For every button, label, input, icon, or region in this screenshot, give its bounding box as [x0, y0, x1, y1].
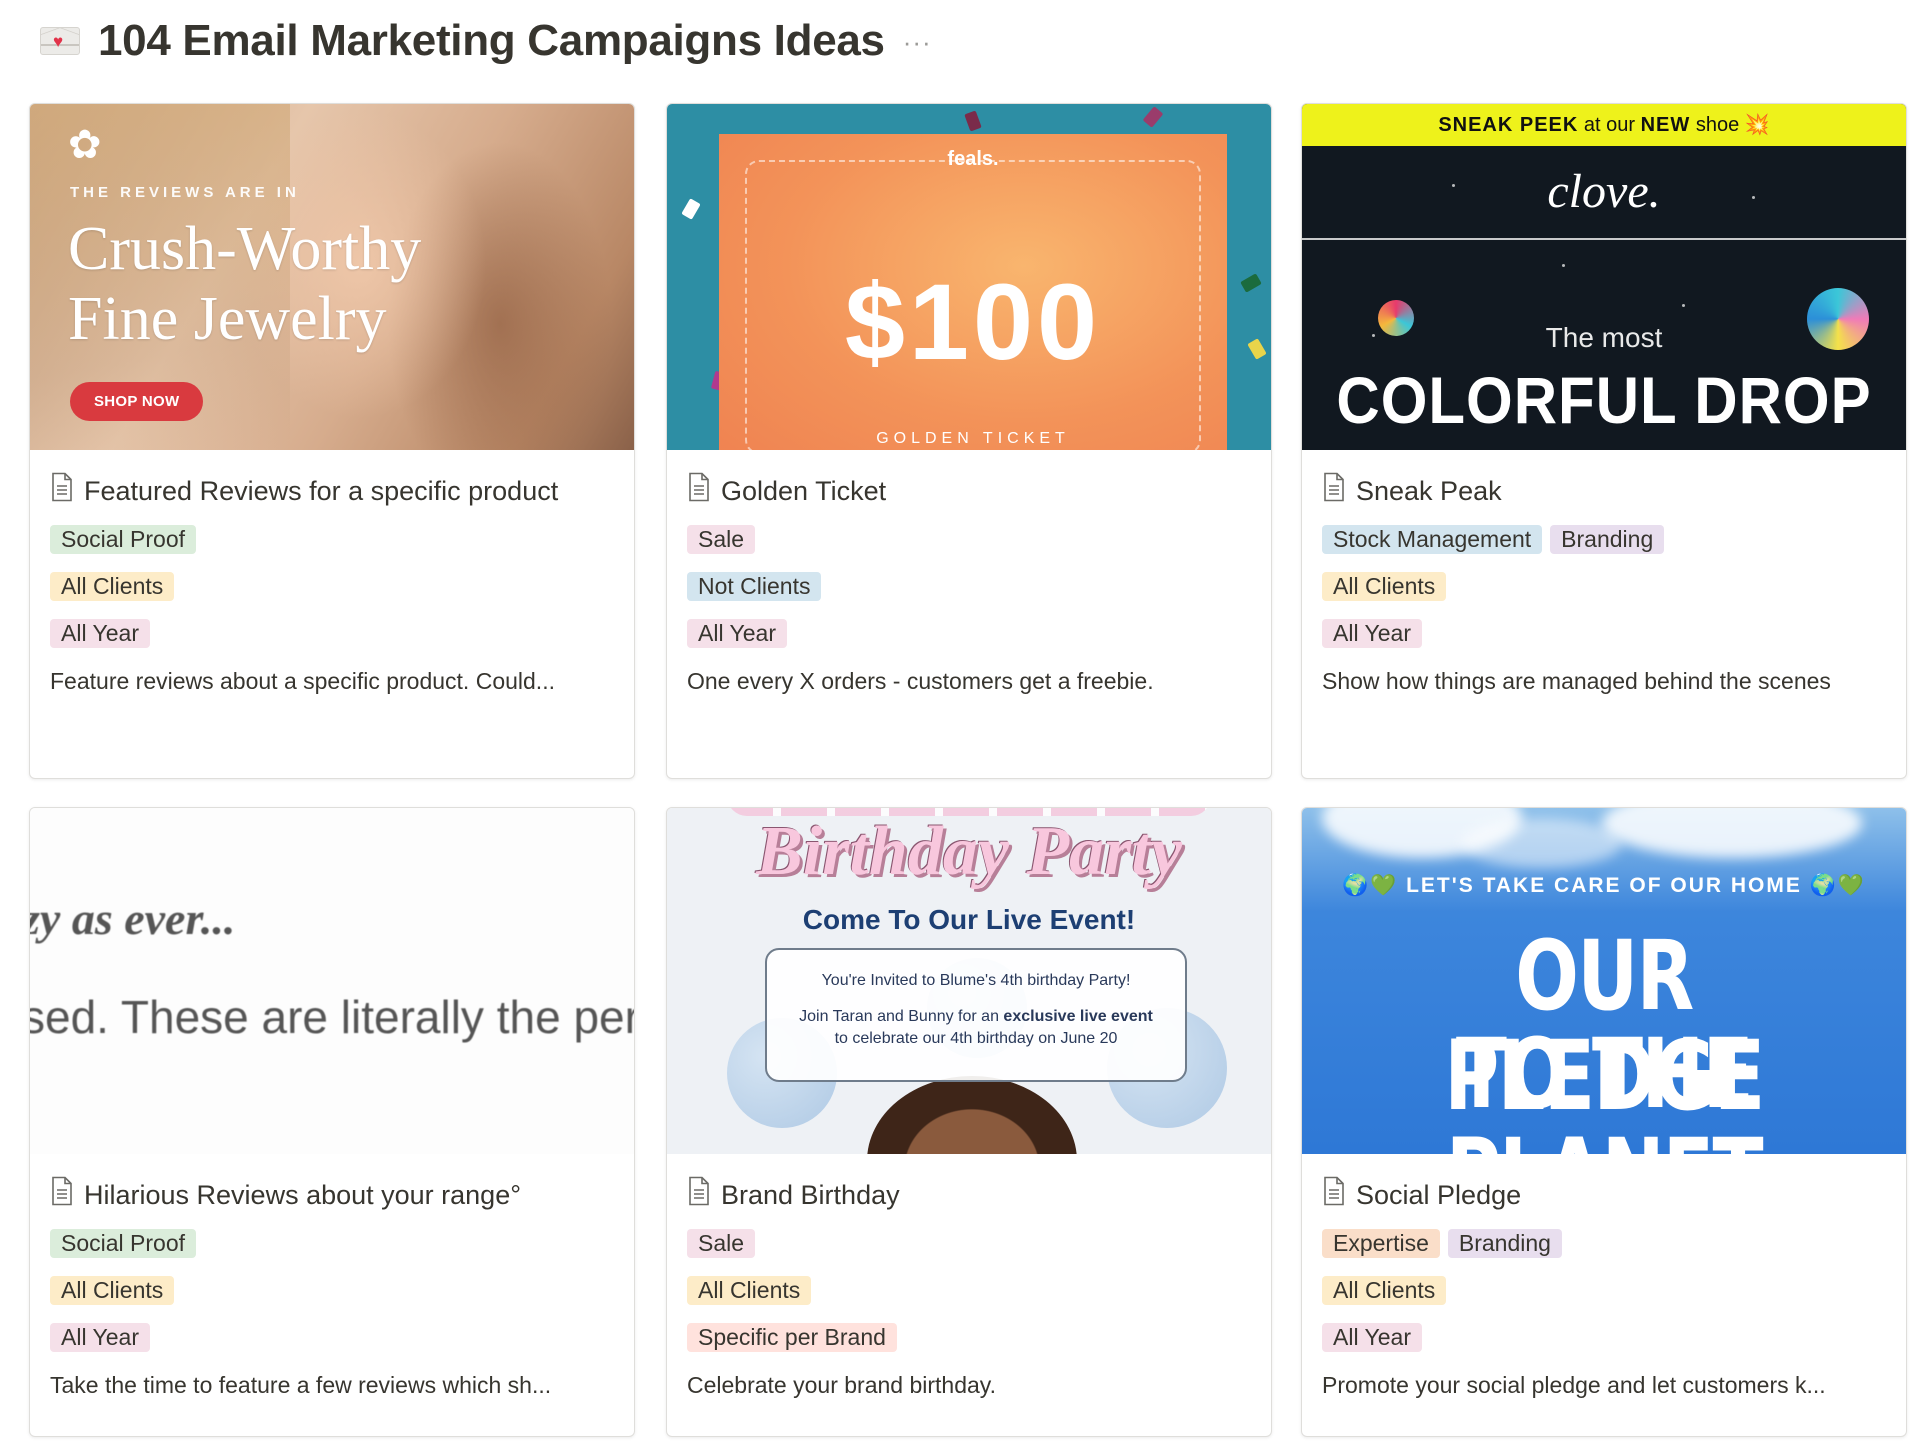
tag-audience: All Clients — [1322, 572, 1447, 601]
card-description: Feature reviews about a specific product… — [50, 668, 555, 694]
card-title: Brand Birthday — [721, 1180, 900, 1210]
cover-headline: Birthday Party — [756, 813, 1182, 890]
cover-kicker: THE REVIEWS ARE IN — [70, 184, 300, 201]
person-photo — [867, 1076, 1077, 1154]
page-title: 104 Email Marketing Campaigns Ideas — [98, 16, 885, 65]
cover-invite: You're Invited to Blume's 4th birthday P… — [765, 948, 1187, 1082]
tag-timing: All Year — [687, 619, 788, 648]
tag-category: Branding — [1550, 525, 1665, 554]
card-description: Promote your social pledge and let custo… — [1322, 1372, 1826, 1398]
gallery-card[interactable]: feals. $100 GOLDEN TICKET Golden Ticket … — [666, 103, 1272, 779]
card-description: Take the time to feature a few reviews w… — [50, 1372, 552, 1398]
page-icon — [1324, 472, 1344, 502]
tag-category: Social Proof — [50, 1229, 197, 1258]
tag-audience: All Clients — [687, 1276, 812, 1305]
page-header: ♥ 104 Email Marketing Campaigns Ideas ··… — [40, 14, 932, 68]
ticket-amount: $100 — [844, 261, 1102, 382]
card-title: Social Pledge — [1356, 1180, 1522, 1210]
card-cover-image: ✿ THE REVIEWS ARE IN Crush-Worthy Fine J… — [30, 104, 634, 450]
cover-headline: Crush-Worthy Fine Jewelry — [68, 215, 422, 353]
gallery-card[interactable]: 🌍💚 LET'S TAKE CARE OF OUR HOME 🌍💚 OUR PL… — [1301, 807, 1907, 1437]
gallery-card[interactable]: SNEAK PEEK at our NEW shoe 💥 clove. The … — [1301, 103, 1907, 779]
cover-kicker: 🌍💚 LET'S TAKE CARE OF OUR HOME 🌍💚 — [1341, 874, 1867, 897]
tag-timing: All Year — [1322, 1323, 1423, 1352]
ticket-caption: GOLDEN TICKET — [876, 430, 1070, 447]
gallery-card[interactable]: ✿ THE REVIEWS ARE IN Crush-Worthy Fine J… — [29, 103, 635, 779]
cover-shop-button: SHOP NOW — [70, 382, 204, 421]
tag-audience: All Clients — [50, 1276, 175, 1305]
card-description: Show how things are managed behind the s… — [1322, 668, 1831, 694]
card-cover-image: SNEAK PEEK at our NEW shoe 💥 clove. The … — [1302, 104, 1906, 450]
card-cover-image: 🌍💚 LET'S TAKE CARE OF OUR HOME 🌍💚 OUR PL… — [1302, 808, 1906, 1154]
cover-logo: clove. — [1547, 165, 1661, 218]
tag-timing: All Year — [1322, 619, 1423, 648]
page-icon — [689, 472, 709, 502]
tag-audience: Not Clients — [687, 572, 822, 601]
flower-logo-icon: ✿ — [68, 123, 102, 167]
cover-line-1: The most — [1545, 322, 1663, 353]
card-cover-image: Birthday Party Come To Our Live Event! Y… — [667, 808, 1271, 1154]
tag-timing: All Year — [50, 619, 151, 648]
cover-line-2: TO THE PLANET — [1446, 1018, 1764, 1154]
card-cover-image: feals. $100 GOLDEN TICKET — [667, 104, 1271, 450]
tag-category: Branding — [1447, 1229, 1562, 1258]
card-description: Celebrate your brand birthday. — [687, 1372, 996, 1398]
tag-timing: All Year — [50, 1323, 151, 1352]
tag-category: Expertise — [1322, 1229, 1440, 1258]
cover-line-1: zy as ever... — [30, 893, 236, 944]
tag-category: Sale — [687, 1229, 756, 1258]
cover-banner: SNEAK PEEK at our NEW shoe 💥 — [1302, 104, 1906, 146]
card-title: Hilarious Reviews about your range° — [84, 1180, 522, 1210]
card-cover-image: zy as ever... sed. These are literally t… — [30, 808, 634, 1154]
page: ♥ 104 Email Marketing Campaigns Ideas ··… — [0, 0, 1924, 1456]
cover-subhead: Come To Our Live Event! — [802, 904, 1136, 935]
more-options-button[interactable]: ··· — [903, 27, 932, 58]
card-title: Featured Reviews for a specific product — [84, 476, 559, 506]
tag-category: Stock Management — [1322, 525, 1543, 554]
tag-category: Sale — [687, 525, 756, 554]
ticket-brand: feals. — [947, 148, 999, 170]
gallery-card[interactable]: Birthday Party Come To Our Live Event! Y… — [666, 807, 1272, 1437]
cover-line-2: sed. These are literally the per — [30, 991, 634, 1043]
page-icon — [689, 1176, 709, 1206]
cover-line-2: COLORFUL DROP — [1336, 363, 1872, 438]
card-title: Sneak Peak — [1356, 476, 1502, 506]
card-description: One every X orders - customers get a fre… — [687, 668, 1154, 694]
gallery-card[interactable]: zy as ever... sed. These are literally t… — [29, 807, 635, 1437]
page-icon — [52, 472, 72, 502]
love-letter-icon: ♥ — [40, 27, 80, 55]
card-title: Golden Ticket — [721, 476, 887, 506]
page-icon — [1324, 1176, 1344, 1206]
tag-audience: All Clients — [50, 572, 175, 601]
page-icon — [52, 1176, 72, 1206]
tag-category: Social Proof — [50, 525, 197, 554]
tag-audience: All Clients — [1322, 1276, 1447, 1305]
tag-timing: Specific per Brand — [687, 1323, 897, 1352]
